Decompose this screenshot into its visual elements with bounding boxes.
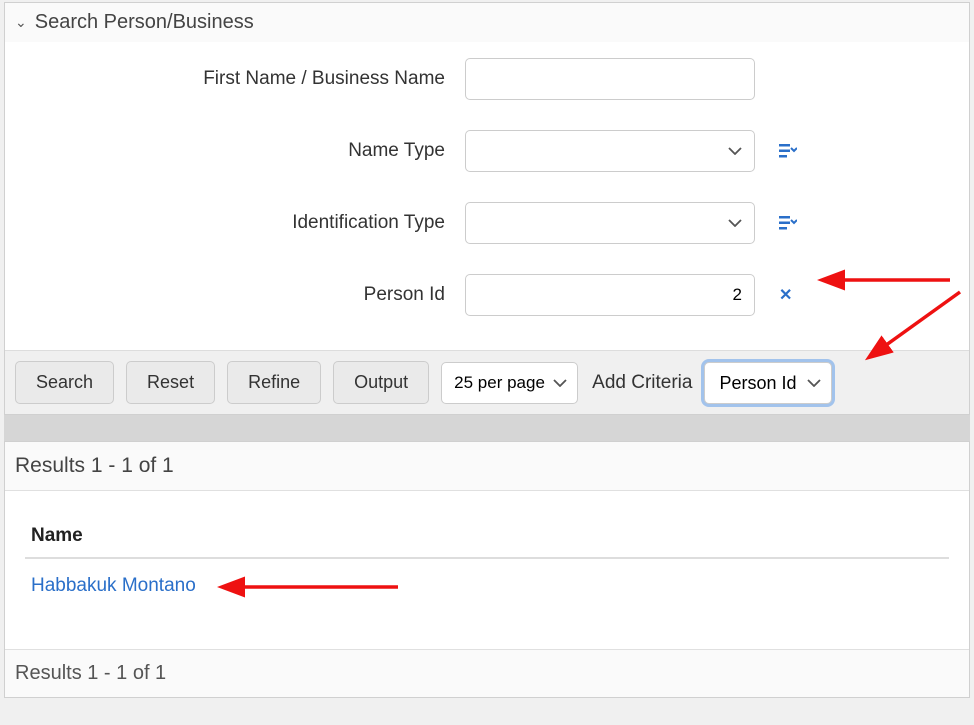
chevron-down-icon: ⌄: [15, 14, 27, 31]
panel-header[interactable]: ⌄ Search Person/Business: [5, 3, 969, 42]
result-link[interactable]: Habbakuk Montano: [31, 575, 196, 596]
person-id-label: Person Id: [25, 284, 465, 306]
per-page-select[interactable]: 25 per page: [441, 362, 578, 404]
output-button[interactable]: Output: [333, 361, 429, 404]
table-row: Habbakuk Montano: [25, 558, 949, 613]
row-person-id: Person Id ✕: [25, 274, 949, 316]
list-options-icon[interactable]: [779, 144, 797, 158]
results-body: Name Habbakuk Montano: [5, 491, 969, 649]
column-name[interactable]: Name: [25, 515, 949, 558]
panel-title: Search Person/Business: [35, 11, 254, 34]
first-name-label: First Name / Business Name: [25, 68, 465, 90]
refine-button[interactable]: Refine: [227, 361, 321, 404]
toolbar: Search Reset Refine Output 25 per page A…: [5, 350, 969, 414]
person-id-input[interactable]: [465, 274, 755, 316]
divider-band: [4, 415, 970, 441]
reset-button[interactable]: Reset: [126, 361, 215, 404]
results-table: Name Habbakuk Montano: [25, 515, 949, 613]
add-criteria-select[interactable]: Person Id: [704, 362, 832, 404]
row-id-type: Identification Type: [25, 202, 949, 244]
search-button[interactable]: Search: [15, 361, 114, 404]
id-type-label: Identification Type: [25, 212, 465, 234]
list-options-icon[interactable]: [779, 216, 797, 230]
search-panel: ⌄ Search Person/Business First Name / Bu…: [4, 2, 970, 415]
results-header: Results 1 - 1 of 1: [5, 442, 969, 491]
row-first-name: First Name / Business Name: [25, 58, 949, 100]
id-type-select[interactable]: [465, 202, 755, 244]
name-type-label: Name Type: [25, 140, 465, 162]
row-name-type: Name Type: [25, 130, 949, 172]
results-footer: Results 1 - 1 of 1: [5, 649, 969, 697]
add-criteria-label: Add Criteria: [592, 372, 692, 394]
name-type-select[interactable]: [465, 130, 755, 172]
clear-icon[interactable]: ✕: [779, 285, 792, 305]
first-name-input[interactable]: [465, 58, 755, 100]
results-panel: Results 1 - 1 of 1 Name Habbakuk Montano…: [4, 441, 970, 698]
form-body: First Name / Business Name Name Type Ide…: [5, 42, 969, 350]
